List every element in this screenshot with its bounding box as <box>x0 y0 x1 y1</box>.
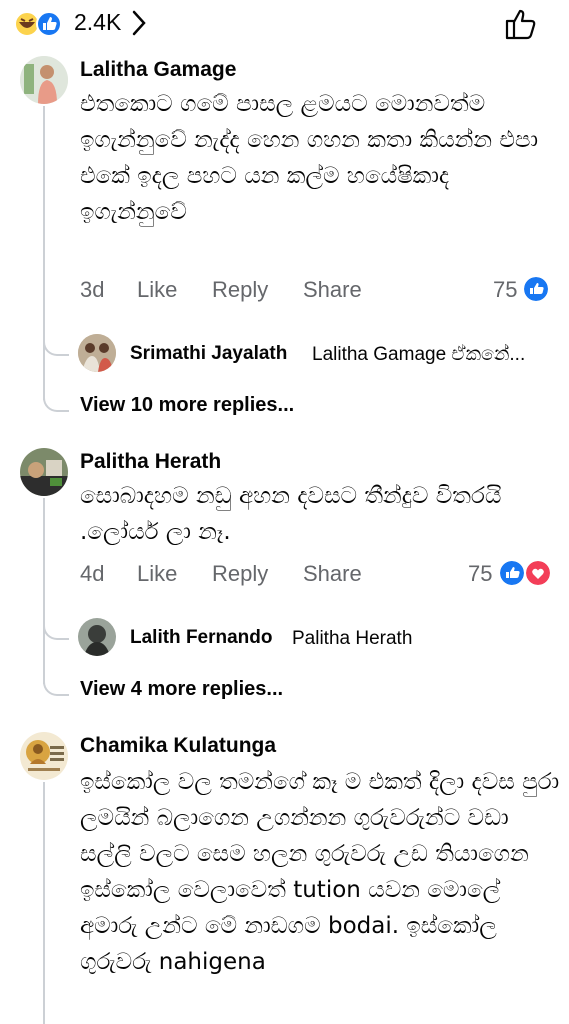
comment-actions: 4d Like Reply Share <box>80 561 480 587</box>
chevron-right-icon[interactable] <box>130 8 148 38</box>
reply-preview-text[interactable]: Lalitha Gamage ඒකනේ... <box>312 344 557 366</box>
reaction-count[interactable]: 75 <box>468 561 492 587</box>
like-button[interactable]: Like <box>137 561 177 587</box>
comment-time: 3d <box>80 277 105 302</box>
comment-author[interactable]: Lalitha Gamage <box>80 58 236 82</box>
like-reaction-icon <box>524 277 548 301</box>
avatar[interactable] <box>20 732 68 780</box>
reply-button[interactable]: Reply <box>212 561 268 587</box>
reaction-count[interactable]: 75 <box>493 277 517 303</box>
thread-connector <box>43 392 69 412</box>
avatar-photo <box>20 448 68 496</box>
avatar-photo <box>78 618 116 656</box>
avatar[interactable] <box>20 448 68 496</box>
avatar-photo <box>20 56 68 104</box>
avatar[interactable] <box>78 334 116 372</box>
reaction-count[interactable]: 2.4K <box>74 9 121 36</box>
love-reaction-icon <box>526 561 550 585</box>
comment-actions: 3d Like Reply Share <box>80 277 480 303</box>
comment-text: සොබාදහම නඩු අහන දවසට තීන්දුව විතරයි .ලෝය… <box>80 483 502 545</box>
like-reaction-icon <box>500 561 524 585</box>
comment-time: 4d <box>80 561 105 586</box>
thread-line <box>43 106 45 400</box>
share-button[interactable]: Share <box>303 561 362 587</box>
avatar[interactable] <box>20 56 68 104</box>
top-reactions-bar[interactable]: 2.4K <box>0 0 569 50</box>
thread-connector <box>43 620 69 640</box>
reply-author[interactable]: Srimathi Jayalath <box>130 343 287 365</box>
share-button[interactable]: Share <box>303 277 362 303</box>
avatar[interactable] <box>78 618 116 656</box>
haha-reaction-icon <box>14 11 62 37</box>
comment-text: ඉස්කෝල වල තමන්ගේ කෑ ම එකත් දිලා දවස පුරා… <box>80 769 560 975</box>
avatar-photo <box>20 732 68 780</box>
thread-connector <box>43 336 69 356</box>
avatar-photo <box>78 334 116 372</box>
reply-preview-text[interactable]: Palitha Herath <box>292 628 492 650</box>
like-button[interactable]: Like <box>137 277 177 303</box>
thread-line <box>43 782 45 1024</box>
reply-button[interactable]: Reply <box>212 277 268 303</box>
comment-author[interactable]: Chamika Kulatunga <box>80 734 276 758</box>
comment-author[interactable]: Palitha Herath <box>80 450 221 474</box>
thread-connector <box>43 676 69 696</box>
thread-line <box>43 498 45 684</box>
view-more-replies[interactable]: View 4 more replies... <box>80 678 283 701</box>
comment-text: එතකොට ගමේ පාසල ළමයට මොනවත්ම ඉගැන්නුවේ නැ… <box>80 91 539 225</box>
like-thumb-icon[interactable] <box>503 6 539 42</box>
view-more-replies[interactable]: View 10 more replies... <box>80 394 294 417</box>
reply-author[interactable]: Lalith Fernando <box>130 627 273 649</box>
